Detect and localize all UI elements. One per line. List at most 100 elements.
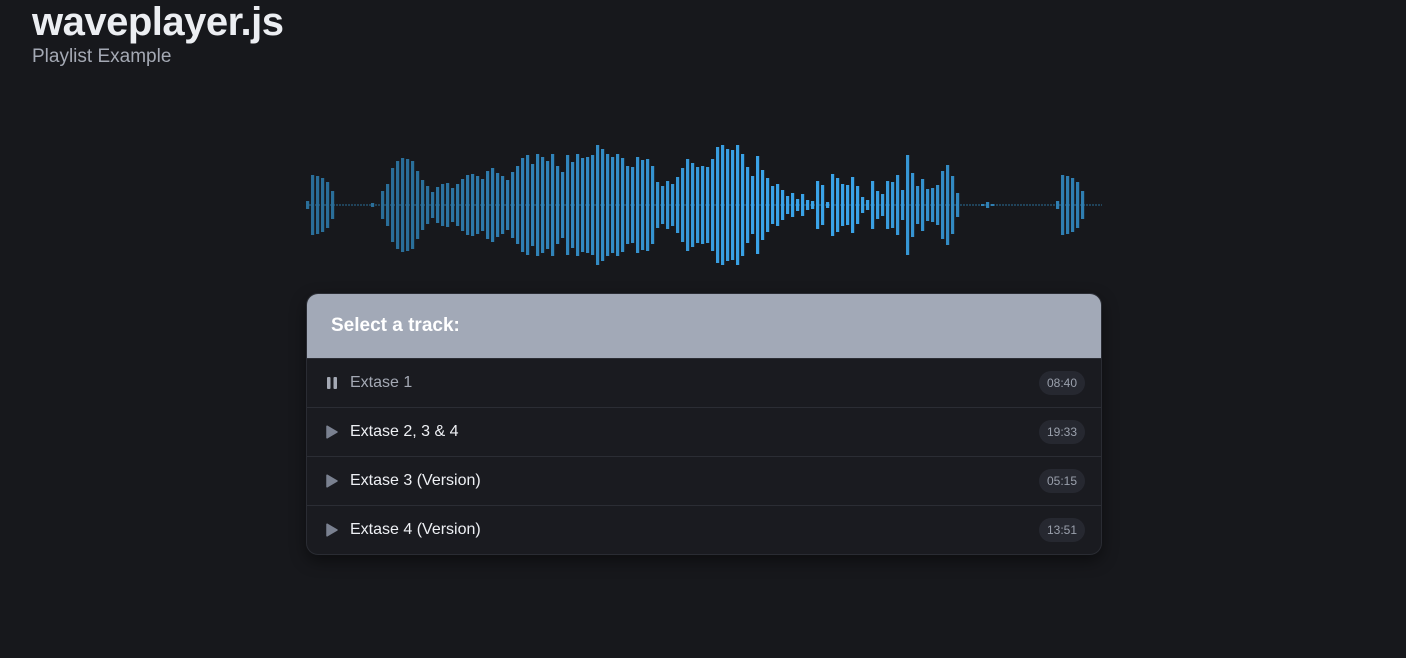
waveform-bar: [686, 159, 690, 251]
waveform-bar: [596, 145, 600, 265]
waveform-bar: [471, 174, 475, 236]
waveform-bar: [651, 166, 655, 244]
waveform-bar: [776, 184, 780, 226]
waveform-bar: [406, 159, 410, 251]
waveform-bar: [846, 185, 850, 225]
play-icon[interactable]: [325, 425, 339, 439]
waveform-bar: [421, 180, 425, 230]
waveform-bar: [396, 161, 400, 249]
waveform-bar: [416, 171, 420, 239]
waveform-bar: [831, 174, 835, 236]
play-icon[interactable]: [325, 523, 339, 537]
waveform-bar: [506, 180, 510, 230]
waveform-bar: [436, 187, 440, 223]
waveform-bar: [981, 204, 985, 206]
waveform-bar: [1071, 178, 1075, 232]
waveform-bar: [636, 157, 640, 253]
waveform-bar: [876, 191, 880, 219]
waveform-bar: [616, 154, 620, 256]
waveform-bar: [841, 184, 845, 226]
waveform-bar: [786, 196, 790, 214]
waveform-bar: [521, 158, 525, 252]
waveform-bar: [946, 165, 950, 245]
waveform-bar: [1056, 201, 1060, 209]
track-duration: 19:33: [1038, 420, 1085, 444]
waveform-bar: [771, 186, 775, 224]
waveform-bar: [371, 203, 375, 207]
waveform-bar: [431, 192, 435, 218]
waveform-bar: [746, 167, 750, 243]
waveform-bar: [666, 181, 670, 229]
pause-icon[interactable]: [325, 376, 339, 390]
waveform-bar: [716, 147, 720, 263]
waveform-bar: [906, 155, 910, 255]
waveform-bar: [551, 154, 555, 256]
track-row-3[interactable]: Extase 3 (Version) 05:15: [307, 456, 1101, 505]
waveform-bar: [561, 172, 565, 238]
waveform-bar: [806, 200, 810, 210]
waveform-bar: [696, 167, 700, 243]
waveform-bar: [736, 145, 740, 265]
waveform-bar: [741, 154, 745, 256]
waveform-bar: [851, 177, 855, 233]
waveform-bar: [711, 159, 715, 251]
waveform-bar: [911, 173, 915, 237]
waveform-bar: [726, 149, 730, 261]
waveform-bar: [581, 158, 585, 252]
track-duration: 05:15: [1038, 469, 1085, 493]
waveform-bar: [781, 190, 785, 220]
waveform-bar: [1066, 176, 1070, 234]
play-icon[interactable]: [325, 474, 339, 488]
waveform-bar: [1076, 182, 1080, 228]
waveform-bar: [706, 167, 710, 243]
waveform-bar: [901, 190, 905, 220]
waveform-svg[interactable]: [306, 138, 1102, 272]
waveform-bar: [791, 193, 795, 217]
track-row-4[interactable]: Extase 4 (Version) 13:51: [307, 505, 1101, 554]
waveform-bar: [956, 193, 960, 217]
waveform-bar: [681, 168, 685, 242]
waveform-bar: [516, 166, 520, 244]
waveform-bar: [571, 162, 575, 248]
waveform-bar: [536, 154, 540, 256]
track-title: Extase 4 (Version): [350, 521, 481, 538]
waveform-bar: [701, 166, 705, 244]
waveform-bar: [546, 161, 550, 249]
waveform-bar: [496, 173, 500, 237]
waveform-bar: [386, 184, 390, 226]
waveform-bar: [796, 199, 800, 211]
waveform-bar: [326, 182, 330, 228]
track-duration: 08:40: [1038, 371, 1085, 395]
waveform-bar: [501, 176, 505, 234]
waveform-bar: [556, 166, 560, 244]
waveform-bar: [656, 182, 660, 228]
track-row-2[interactable]: Extase 2, 3 & 4 19:33: [307, 407, 1101, 456]
playlist: Select a track: Extase 1 08:40 Extase 2,…: [306, 293, 1102, 555]
waveform-bar: [926, 189, 930, 221]
waveform-bar: [401, 158, 405, 252]
waveform-bar: [586, 157, 590, 253]
waveform-bar: [541, 157, 545, 253]
waveform-bar: [861, 197, 865, 213]
waveform-bar: [331, 191, 335, 219]
track-title: Extase 2, 3 & 4: [350, 423, 459, 440]
waveform-bar: [896, 175, 900, 235]
waveform-bar: [826, 202, 830, 208]
waveform-bar: [631, 167, 635, 243]
waveform-bar: [391, 168, 395, 242]
waveform-bar: [751, 176, 755, 234]
waveform-bar: [306, 201, 310, 209]
waveform-bar: [866, 200, 870, 210]
waveform-bar: [461, 179, 465, 231]
waveform-bar: [821, 185, 825, 225]
waveform-bar: [446, 183, 450, 227]
track-row-1[interactable]: Extase 1 08:40: [307, 358, 1101, 407]
waveform-bar: [731, 150, 735, 260]
waveform-bar: [766, 178, 770, 232]
waveform-bar: [761, 170, 765, 240]
waveform-bar: [1061, 175, 1065, 235]
waveform[interactable]: [306, 138, 1102, 272]
waveform-bar: [601, 149, 605, 261]
waveform-bar: [871, 181, 875, 229]
track-title: Extase 1: [350, 374, 413, 391]
